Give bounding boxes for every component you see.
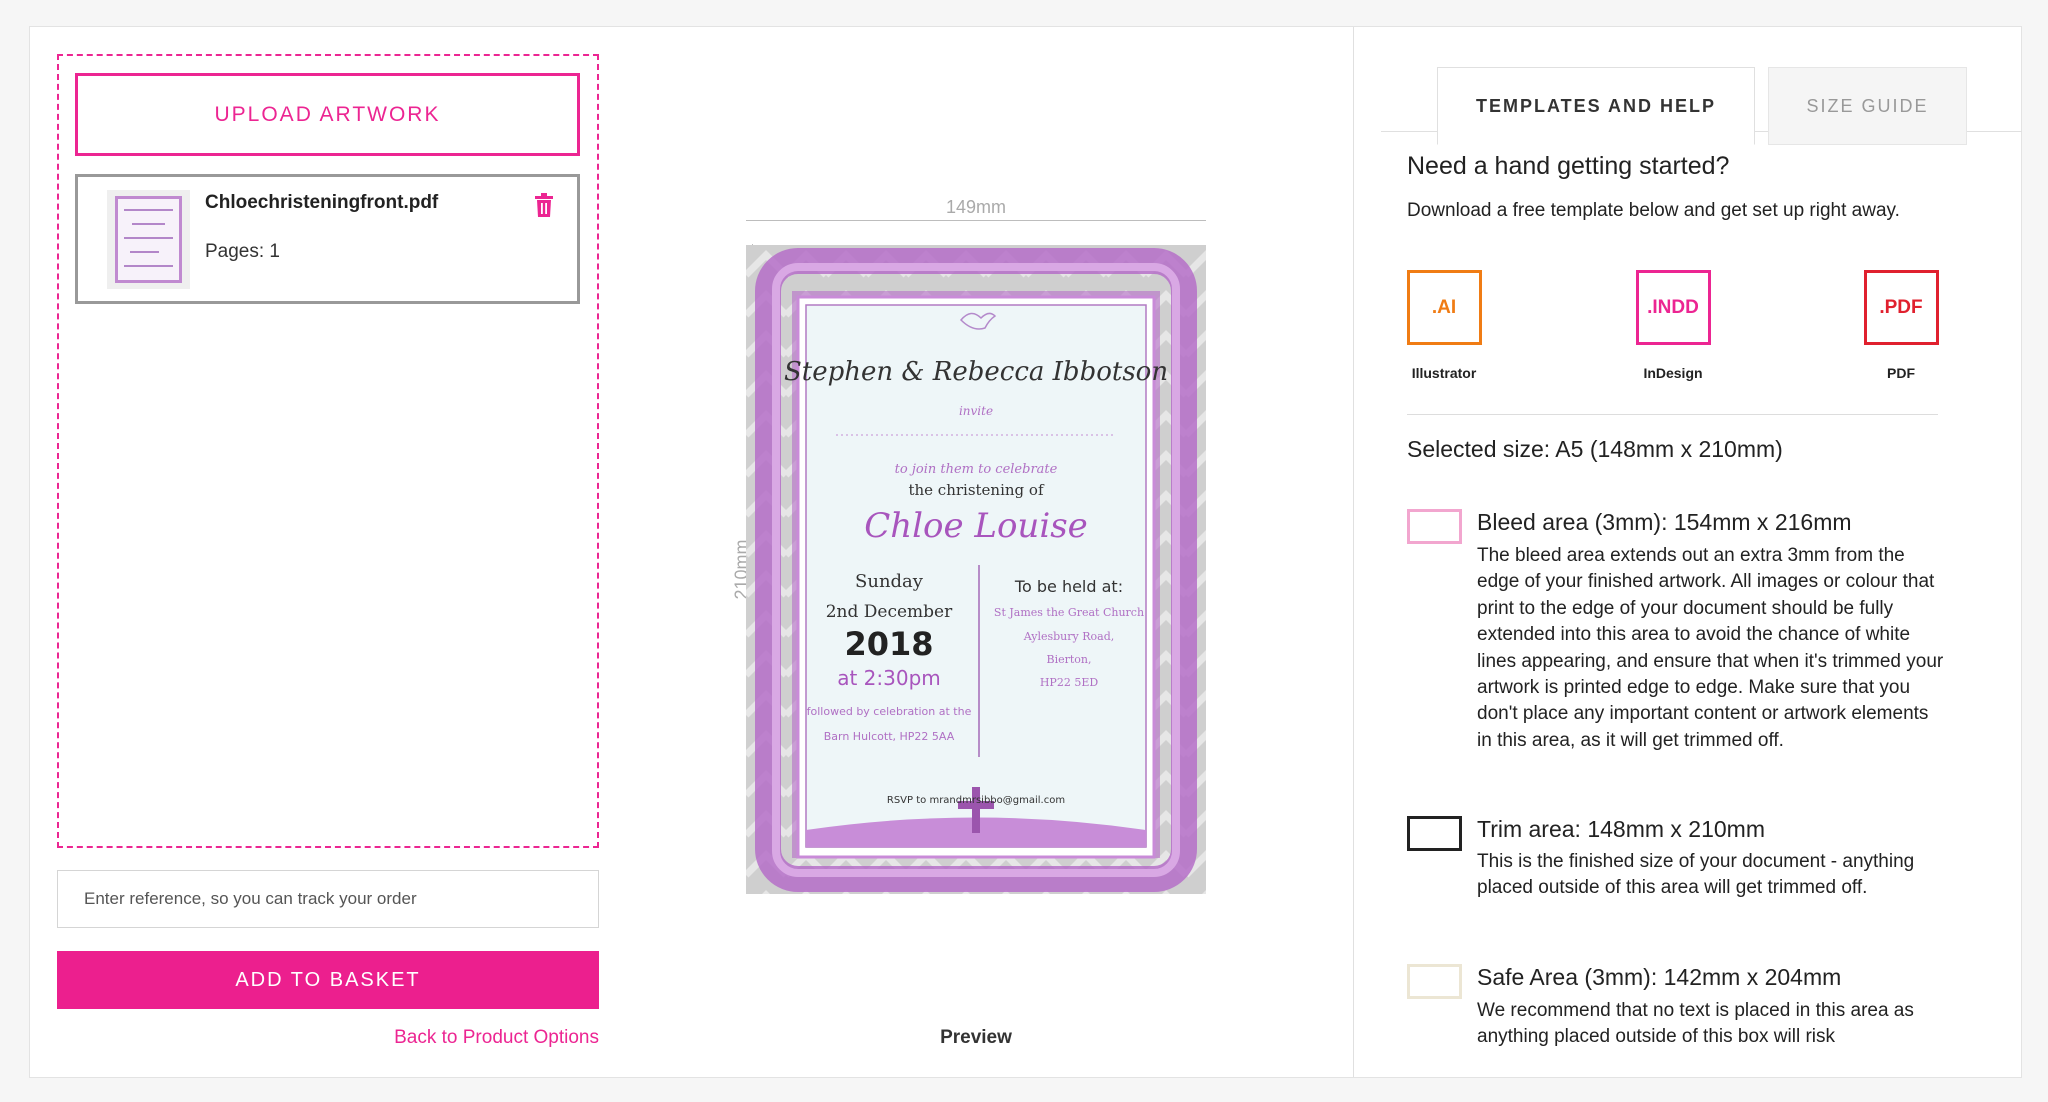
- invite-child-name: Chloe Louise: [864, 506, 1088, 546]
- pdf-file-icon[interactable]: .PDF: [1863, 270, 1939, 345]
- invite-date: 2nd December: [826, 602, 953, 622]
- invite-christening-text: the christening of: [908, 481, 1044, 499]
- bleed-area-description: The bleed area extends out an extra 3mm …: [1477, 545, 1944, 751]
- template-indd-label: InDesign: [1643, 365, 1703, 381]
- safe-area-title: Safe Area (3mm): 142mm x 204mm: [1477, 964, 1842, 990]
- invite-names: Stephen & Rebecca Ibbotson: [784, 357, 1168, 387]
- safe-area-swatch: [1407, 964, 1462, 999]
- panel-divider: [1353, 27, 1354, 1077]
- bleed-area-title: Bleed area (3mm): 154mm x 216mm: [1477, 509, 1852, 535]
- template-indd[interactable]: .INDD InDesign: [1613, 270, 1733, 381]
- invite-held-at: To be held at:: [1014, 577, 1123, 596]
- template-ai-label: Illustrator: [1411, 365, 1477, 381]
- template-ai[interactable]: .AI Illustrator: [1384, 270, 1504, 381]
- invite-venue-4: HP22 5ED: [1040, 676, 1099, 689]
- uploaded-file-card: Chloechristeningfront.pdf Pages: 1: [75, 174, 580, 304]
- bleed-area-swatch: [1407, 509, 1462, 544]
- help-subtitle: Download a free template below and get s…: [1407, 200, 1900, 221]
- trim-area-swatch: [1407, 816, 1462, 851]
- width-dimension-label: 149mm: [945, 197, 1007, 217]
- invite-year: 2018: [844, 625, 933, 663]
- ai-file-icon[interactable]: .AI: [1406, 270, 1482, 345]
- indd-file-icon[interactable]: .INDD: [1635, 270, 1711, 345]
- tab-size-guide[interactable]: SIZE GUIDE: [1768, 67, 1967, 145]
- upload-artwork-button[interactable]: UPLOAD ARTWORK: [75, 73, 580, 156]
- help-divider: [1407, 414, 1938, 415]
- invite-followed-line-1: followed by celebration at the: [807, 705, 972, 718]
- invite-venue-1: St James the Great Church: [994, 606, 1144, 619]
- file-thumbnail: [107, 190, 190, 289]
- invite-day: Sunday: [855, 571, 924, 592]
- order-reference-input[interactable]: [57, 870, 599, 928]
- tab-templates-and-help[interactable]: TEMPLATES AND HELP: [1437, 67, 1755, 145]
- selected-size: Selected size: A5 (148mm x 210mm): [1407, 436, 1783, 462]
- artwork-preview: Stephen & Rebecca Ibbotson invite to joi…: [746, 245, 1206, 894]
- width-dimension: 149mm: [746, 197, 1206, 221]
- file-name: Chloechristeningfront.pdf: [205, 192, 439, 213]
- help-heading: Need a hand getting started?: [1407, 152, 1730, 180]
- template-pdf-label: PDF: [1887, 365, 1915, 381]
- file-page-count: Pages: 1: [205, 241, 280, 262]
- delete-file-icon[interactable]: [534, 193, 554, 217]
- invite-venue-2: Aylesbury Road,: [1023, 630, 1114, 643]
- invite-time: at 2:30pm: [837, 666, 941, 690]
- invite-word: invite: [959, 404, 993, 418]
- template-pdf[interactable]: .PDF PDF: [1841, 270, 1961, 381]
- trim-area-description: This is the finished size of your docume…: [1477, 851, 1915, 899]
- safe-area-description: We recommend that no text is placed in t…: [1477, 1000, 1914, 1048]
- help-tabs: TEMPLATES AND HELP SIZE GUIDE: [1381, 53, 2022, 145]
- invite-followed-line-2: Barn Hulcott, HP22 5AA: [824, 730, 955, 743]
- back-to-product-options-link[interactable]: Back to Product Options: [350, 1027, 599, 1049]
- invite-rsvp: RSVP to mrandmrsibbo@gmail.com: [887, 795, 1065, 806]
- invite-join-text: to join them to celebrate: [895, 462, 1058, 477]
- preview-label: Preview: [940, 1027, 1012, 1048]
- invite-venue-3: Bierton,: [1047, 653, 1092, 666]
- artwork-drop-zone[interactable]: UPLOAD ARTWORK Chloechristeningfront.pdf…: [57, 54, 599, 848]
- add-to-basket-button[interactable]: ADD TO BASKET: [57, 951, 599, 1009]
- trim-area-title: Trim area: 148mm x 210mm: [1477, 816, 1765, 842]
